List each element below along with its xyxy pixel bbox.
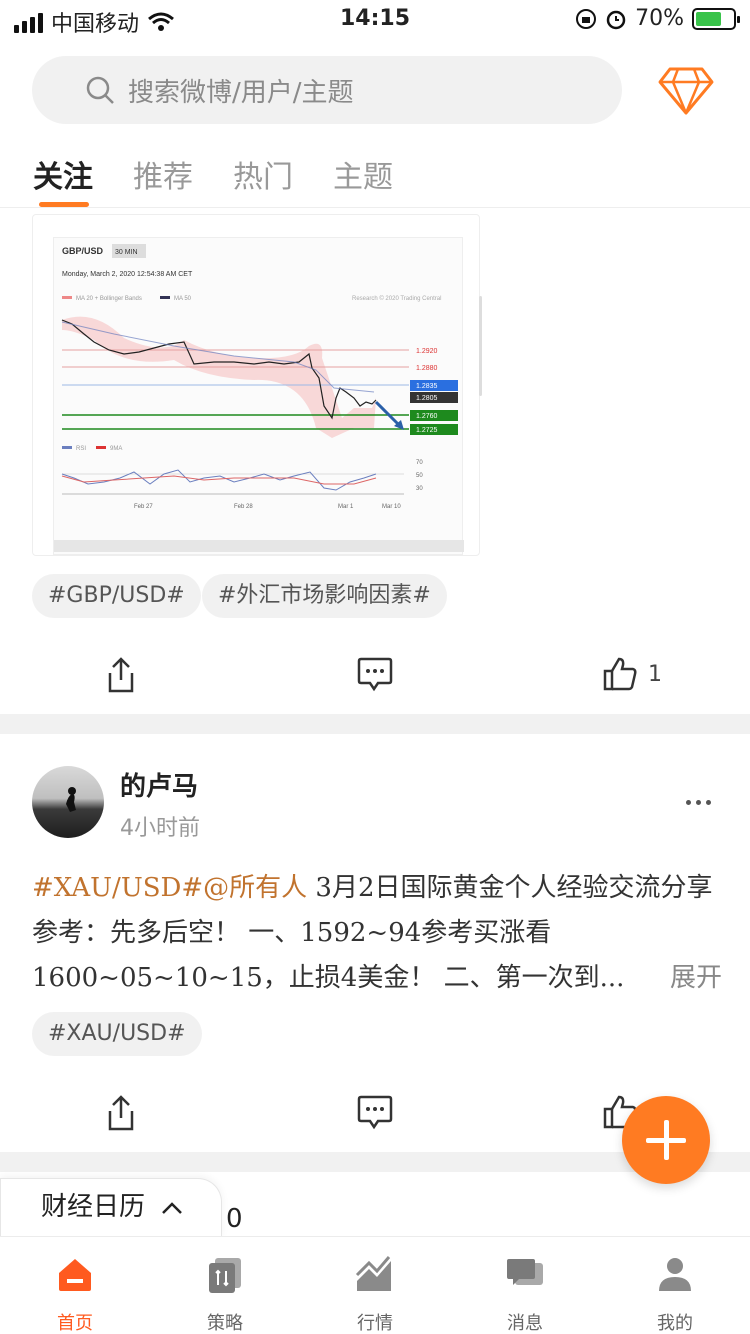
rotation-lock-icon: [576, 8, 597, 29]
nav-label: 消息: [507, 1313, 543, 1334]
tab-following[interactable]: 关注: [33, 152, 93, 196]
ma9-legend: 9MA: [110, 446, 122, 452]
active-tab-indicator: [39, 202, 89, 207]
topic-tag[interactable]: #GBP/USD#: [32, 574, 201, 618]
level-label-1: 1.2920: [416, 348, 438, 355]
share-button[interactable]: [104, 656, 138, 694]
profile-icon: [659, 1258, 691, 1291]
post-text[interactable]: #XAU/USD#@所有人 3月2日国际黄金个人经验交流分享参考：先多后空！ 一…: [32, 866, 722, 1001]
nav-label: 策略: [207, 1313, 243, 1334]
expand-link[interactable]: 展开: [665, 956, 722, 1001]
bottom-nav: 首页 策略 行情 消息 我的: [0, 1236, 750, 1334]
chart-footer-bar: [54, 540, 464, 552]
share-button[interactable]: [104, 1094, 138, 1132]
home-icon: [59, 1259, 91, 1291]
topic-tag[interactable]: #XAU/USD#: [32, 1012, 202, 1056]
nav-label: 我的: [657, 1313, 693, 1334]
post-divider: [0, 714, 750, 734]
nav-home[interactable]: 首页: [0, 1237, 150, 1334]
rsi-level-50: 50: [416, 473, 423, 479]
avatar[interactable]: [32, 766, 104, 838]
alarm-icon: [606, 10, 626, 29]
image-scrollbar[interactable]: [479, 296, 482, 396]
level-label-6: 1.2725: [416, 427, 438, 434]
topic-tag[interactable]: #外汇市场影响因素#: [202, 574, 447, 618]
rsi-legend-swatch: [62, 446, 72, 449]
status-right: 70%: [575, 6, 740, 31]
calendar-label: 财经日历: [41, 1192, 146, 1222]
chart-interval: 30 MIN: [115, 249, 138, 256]
date-label-1: Feb 27: [134, 504, 153, 510]
search-icon: [86, 76, 114, 104]
nav-label: 行情: [357, 1313, 393, 1334]
level-label-4: 1.2805: [416, 395, 438, 402]
bollinger-band: [62, 316, 376, 438]
nav-label: 首页: [57, 1313, 93, 1334]
nav-messages[interactable]: 消息: [450, 1237, 600, 1334]
chevron-up-icon: [162, 1202, 183, 1214]
username[interactable]: 的卢马: [120, 766, 198, 803]
post-topic-link[interactable]: #XAU/USD#@所有人: [32, 873, 307, 903]
gbpusd-chart: GBP/USD 30 MIN Monday, March 2, 2020 12:…: [54, 244, 464, 552]
ma50-legend: MA 50: [174, 296, 192, 302]
next-post-peek: 0: [226, 1204, 243, 1234]
ma20-legend: MA 20 + Bollinger Bands: [76, 296, 142, 302]
post-time: 4小时前: [120, 816, 200, 841]
tab-hot[interactable]: 热门: [233, 152, 293, 196]
avatar-silhouette: [66, 787, 76, 812]
level-label-5: 1.2760: [416, 413, 438, 420]
status-bar: 中国移动 14:15 70%: [0, 0, 750, 40]
ma20-legend-swatch: [62, 296, 72, 299]
finance-calendar-toggle[interactable]: 财经日历: [0, 1178, 222, 1238]
battery-icon: [692, 7, 740, 30]
post1-actions: 1: [0, 634, 750, 714]
battery-label: 70%: [635, 6, 684, 31]
level-label-3: 1.2835: [416, 383, 438, 390]
diamond-icon[interactable]: [658, 66, 714, 116]
messages-icon: [507, 1259, 543, 1285]
rsi-level-70: 70: [416, 460, 423, 466]
search-placeholder: 搜索微博/用户/主题: [128, 77, 354, 108]
rsi-legend: RSI: [76, 446, 86, 452]
forecast-arrow: [374, 400, 400, 426]
date-label-2: Feb 28: [234, 504, 253, 510]
like-count: 1: [648, 662, 662, 687]
comment-button[interactable]: [356, 656, 394, 692]
comment-button[interactable]: [356, 1094, 394, 1130]
chart-symbol: GBP/USD: [62, 246, 104, 256]
rsi-level-30: 30: [416, 486, 423, 492]
chart-frame: GBP/USD 30 MIN Monday, March 2, 2020 12:…: [53, 237, 464, 555]
nav-strategy[interactable]: 策略: [150, 1237, 300, 1334]
nav-profile[interactable]: 我的: [600, 1237, 750, 1334]
date-label-3: Mar 1: [338, 504, 354, 510]
tab-topics[interactable]: 主题: [333, 152, 393, 196]
post-image-chart[interactable]: GBP/USD 30 MIN Monday, March 2, 2020 12:…: [32, 214, 480, 556]
nav-market[interactable]: 行情: [300, 1237, 450, 1334]
tab-recommended[interactable]: 推荐: [133, 152, 193, 196]
rsi-ma-line: [61, 475, 377, 485]
ma9-legend-swatch: [96, 446, 106, 449]
strategy-icon: [209, 1258, 241, 1293]
chart-credit: Research © 2020 Trading Central: [352, 295, 441, 302]
ma50-legend-swatch: [160, 296, 170, 299]
more-options-icon[interactable]: [686, 800, 711, 805]
search-input[interactable]: 搜索微博/用户/主题: [32, 56, 622, 124]
level-label-2: 1.2880: [416, 365, 438, 372]
market-chart-icon: [355, 1256, 391, 1291]
like-button[interactable]: [602, 656, 638, 692]
chart-datetime: Monday, March 2, 2020 12:54:38 AM CET: [62, 271, 193, 278]
compose-button[interactable]: [622, 1096, 710, 1184]
date-label-4: Mar 10: [382, 504, 401, 510]
feed-tabs: 关注 推荐 热门 主题: [0, 146, 750, 208]
